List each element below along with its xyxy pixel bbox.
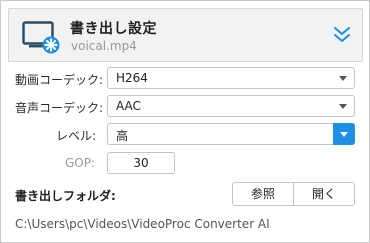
level-select[interactable]: 高: [107, 123, 355, 145]
audio-codec-label: 音声コーデック:: [15, 101, 104, 115]
gop-label: GOP:: [65, 156, 96, 170]
open-folder-button[interactable]: 開く: [294, 182, 355, 206]
chevron-down-icon: [339, 76, 347, 81]
chevron-down-icon: [339, 104, 347, 109]
export-settings-panel: 書き出し設定 voical.mp4 動画コーデック: H264 音声コーデック:…: [0, 0, 370, 243]
video-codec-label: 動画コーデック:: [15, 73, 104, 87]
chevron-down-icon[interactable]: [333, 123, 355, 145]
file-name-label: voical.mp4: [71, 39, 137, 53]
browse-button[interactable]: 参照: [232, 182, 294, 206]
monitor-settings-icon: [22, 21, 60, 54]
video-codec-select[interactable]: H264: [107, 67, 355, 89]
audio-codec-value: AAC: [116, 99, 141, 113]
level-label: レベル:: [56, 129, 97, 143]
export-settings-header[interactable]: 書き出し設定 voical.mp4: [8, 8, 363, 62]
audio-codec-select[interactable]: AAC: [107, 95, 355, 117]
export-settings-title: 書き出し設定: [70, 21, 157, 37]
output-folder-label: 書き出しフォルダ:: [15, 189, 116, 203]
gop-input[interactable]: 30: [107, 152, 175, 174]
video-codec-value: H264: [116, 71, 148, 85]
output-folder-path: C:\Users\pc\Videos\VideoProc Converter A…: [15, 217, 270, 231]
double-chevron-down-icon[interactable]: [331, 24, 353, 46]
level-value: 高: [116, 129, 129, 143]
